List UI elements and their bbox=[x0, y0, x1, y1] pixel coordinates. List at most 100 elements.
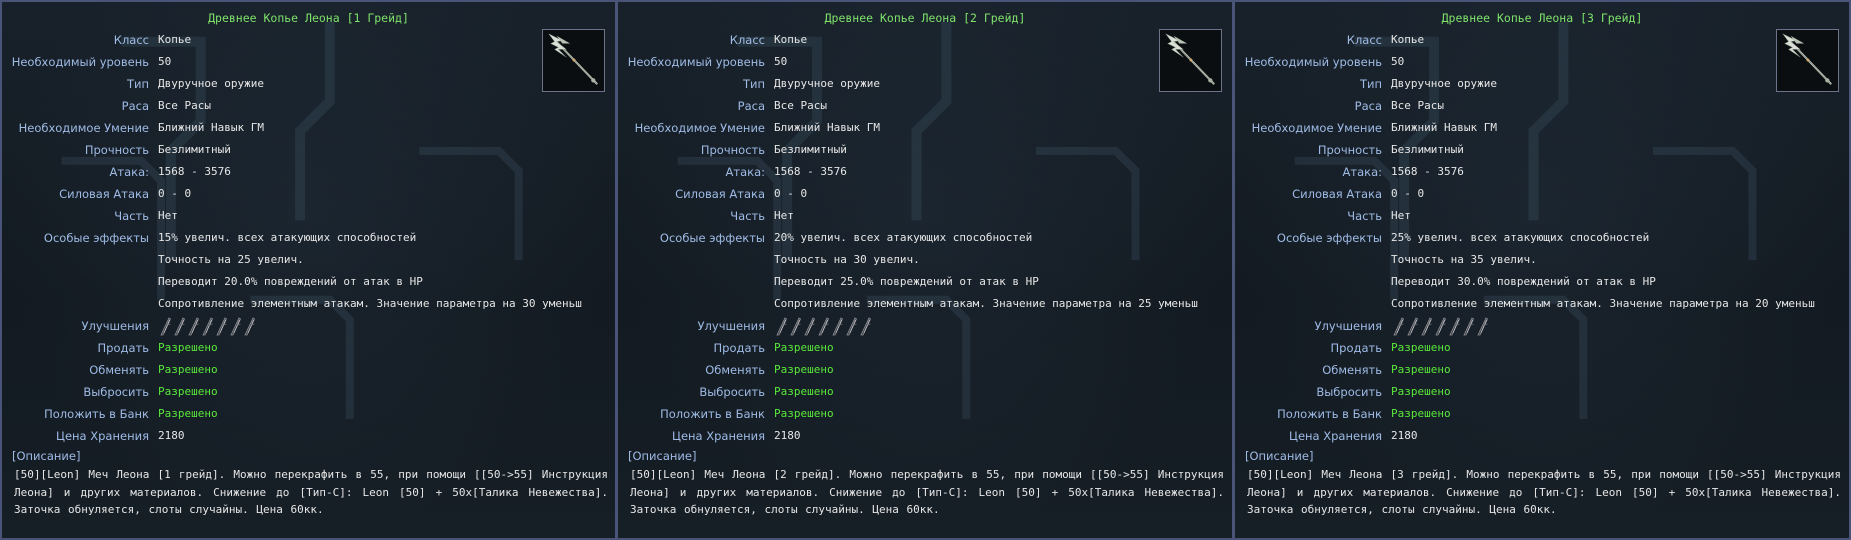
upgrade-slot-icon bbox=[188, 317, 200, 336]
label-req-level: Необходимый уровень bbox=[11, 55, 149, 69]
value-part: Нет bbox=[774, 209, 794, 222]
value-sell: Разрешено bbox=[774, 341, 834, 354]
label-race: Раса bbox=[1354, 99, 1382, 113]
value-drop: Разрешено bbox=[1391, 385, 1451, 398]
label-part: Часть bbox=[114, 209, 149, 223]
label-req-skill: Необходимое Умение bbox=[18, 121, 149, 135]
upgrade-slot-icon bbox=[1463, 317, 1475, 336]
label-storage-price: Цена Хранения bbox=[56, 429, 149, 443]
label-storage-price: Цена Хранения bbox=[1289, 429, 1382, 443]
label-durability: Прочность bbox=[84, 143, 149, 157]
upgrade-slot-icon bbox=[1393, 317, 1405, 336]
label-type: Тип bbox=[1359, 77, 1382, 91]
label-attack: Атака: bbox=[1342, 165, 1382, 179]
value-class: Копье bbox=[1391, 33, 1425, 46]
label-race: Раса bbox=[737, 99, 765, 113]
label-storage-price: Цена Хранения bbox=[672, 429, 765, 443]
item-title: Древнее Копье Леона [1 Грейд] bbox=[208, 11, 409, 25]
value-req-skill: Ближний Навык ГМ bbox=[774, 121, 880, 134]
special-effect: Точность на 30 увелич. bbox=[774, 253, 920, 266]
item-tooltips: Древнее Копье Леона [1 Грейд] Класс Копь… bbox=[0, 0, 1851, 540]
label-class: Класс bbox=[729, 33, 765, 47]
item-title: Древнее Копье Леона [2 Грейд] bbox=[824, 11, 1026, 25]
value-durability: Безлимитный bbox=[774, 143, 847, 156]
special-effect: Сопротивление элементным атакам. Значени… bbox=[1391, 297, 1815, 310]
label-drop: Выбросить bbox=[1316, 385, 1382, 399]
label-part: Часть bbox=[1347, 209, 1382, 223]
special-effect: Переводит 25.0% повреждений от атак в HP bbox=[774, 275, 1039, 288]
special-effect: 15% увелич. всех атакующих способностей bbox=[158, 231, 417, 244]
special-effect: Точность на 25 увелич. bbox=[158, 253, 304, 266]
value-bank: Разрешено bbox=[158, 407, 218, 420]
label-upgrades: Улучшения bbox=[1314, 319, 1382, 333]
value-durability: Безлимитный bbox=[1391, 143, 1464, 156]
upgrade-slot-icon bbox=[846, 317, 858, 336]
value-req-level: 50 bbox=[1391, 55, 1405, 68]
label-upgrades: Улучшения bbox=[697, 319, 765, 333]
upgrade-slot-icon bbox=[832, 317, 844, 336]
value-type: Двуручное оружие bbox=[774, 77, 880, 90]
upgrade-slot-icon bbox=[1435, 317, 1447, 336]
upgrade-slot-icon bbox=[1407, 317, 1419, 336]
value-power-attack: 0 - 0 bbox=[774, 187, 808, 200]
upgrade-slot-icon bbox=[804, 317, 816, 336]
upgrade-slot-icon bbox=[776, 317, 788, 336]
label-bank: Положить в Банк bbox=[660, 407, 765, 421]
value-storage-price: 2180 bbox=[1391, 429, 1418, 442]
item-tooltip-panel: Древнее Копье Леона [1 Грейд] Класс Копь… bbox=[0, 0, 617, 540]
label-req-level: Необходимый уровень bbox=[1244, 55, 1382, 69]
value-trade: Разрешено bbox=[774, 363, 834, 376]
label-bank: Положить в Банк bbox=[44, 407, 149, 421]
label-upgrades: Улучшения bbox=[81, 319, 149, 333]
value-drop: Разрешено bbox=[158, 385, 218, 398]
value-attack: 1568 - 3576 bbox=[774, 165, 847, 178]
label-durability: Прочность bbox=[1317, 143, 1382, 157]
item-title: Древнее Копье Леона [3 Грейд] bbox=[1441, 11, 1643, 25]
label-drop: Выбросить bbox=[83, 385, 149, 399]
upgrade-slots bbox=[158, 317, 256, 336]
label-sell: Продать bbox=[97, 341, 149, 355]
value-sell: Разрешено bbox=[158, 341, 218, 354]
value-class: Копье bbox=[158, 33, 192, 46]
value-type: Двуручное оружие bbox=[1391, 77, 1497, 90]
upgrade-slot-icon bbox=[1477, 317, 1489, 336]
special-effect: Сопротивление элементным атакам. Значени… bbox=[774, 297, 1198, 310]
value-storage-price: 2180 bbox=[774, 429, 801, 442]
value-durability: Безлимитный bbox=[158, 143, 231, 156]
label-drop: Выбросить bbox=[699, 385, 765, 399]
value-req-level: 50 bbox=[774, 55, 788, 68]
value-attack: 1568 - 3576 bbox=[158, 165, 231, 178]
description-header: [Описание] bbox=[628, 449, 697, 463]
label-attack: Атака: bbox=[725, 165, 765, 179]
upgrade-slot-icon bbox=[244, 317, 256, 336]
label-power-attack: Силовая Атака bbox=[1292, 187, 1382, 201]
label-race: Раса bbox=[121, 99, 149, 113]
value-race: Все Расы bbox=[774, 99, 827, 112]
label-class: Класс bbox=[1346, 33, 1382, 47]
label-sell: Продать bbox=[1330, 341, 1382, 355]
label-special: Особые эффекты bbox=[659, 231, 765, 245]
label-req-level: Необходимый уровень bbox=[627, 55, 765, 69]
special-effect: 25% увелич. всех атакующих способностей bbox=[1391, 231, 1650, 244]
upgrade-slot-icon bbox=[1449, 317, 1461, 336]
value-race: Все Расы bbox=[1391, 99, 1444, 112]
upgrade-slot-icon bbox=[202, 317, 214, 336]
upgrade-slots bbox=[774, 317, 872, 336]
value-power-attack: 0 - 0 bbox=[1391, 187, 1425, 200]
label-req-skill: Необходимое Умение bbox=[1251, 121, 1382, 135]
item-tooltip-panel: Древнее Копье Леона [2 Грейд] Класс Копь… bbox=[617, 0, 1234, 540]
value-trade: Разрешено bbox=[1391, 363, 1451, 376]
upgrade-slot-icon bbox=[790, 317, 802, 336]
value-req-level: 50 bbox=[158, 55, 172, 68]
upgrade-slot-icon bbox=[818, 317, 830, 336]
upgrade-slots bbox=[1391, 317, 1489, 336]
label-trade: Обменять bbox=[89, 363, 149, 377]
special-effect: 20% увелич. всех атакующих способностей bbox=[774, 231, 1033, 244]
value-storage-price: 2180 bbox=[158, 429, 185, 442]
label-trade: Обменять bbox=[1322, 363, 1382, 377]
label-attack: Атака: bbox=[109, 165, 149, 179]
value-class: Копье bbox=[774, 33, 808, 46]
value-race: Все Расы bbox=[158, 99, 211, 112]
label-special: Особые эффекты bbox=[1276, 231, 1382, 245]
value-bank: Разрешено bbox=[774, 407, 834, 420]
